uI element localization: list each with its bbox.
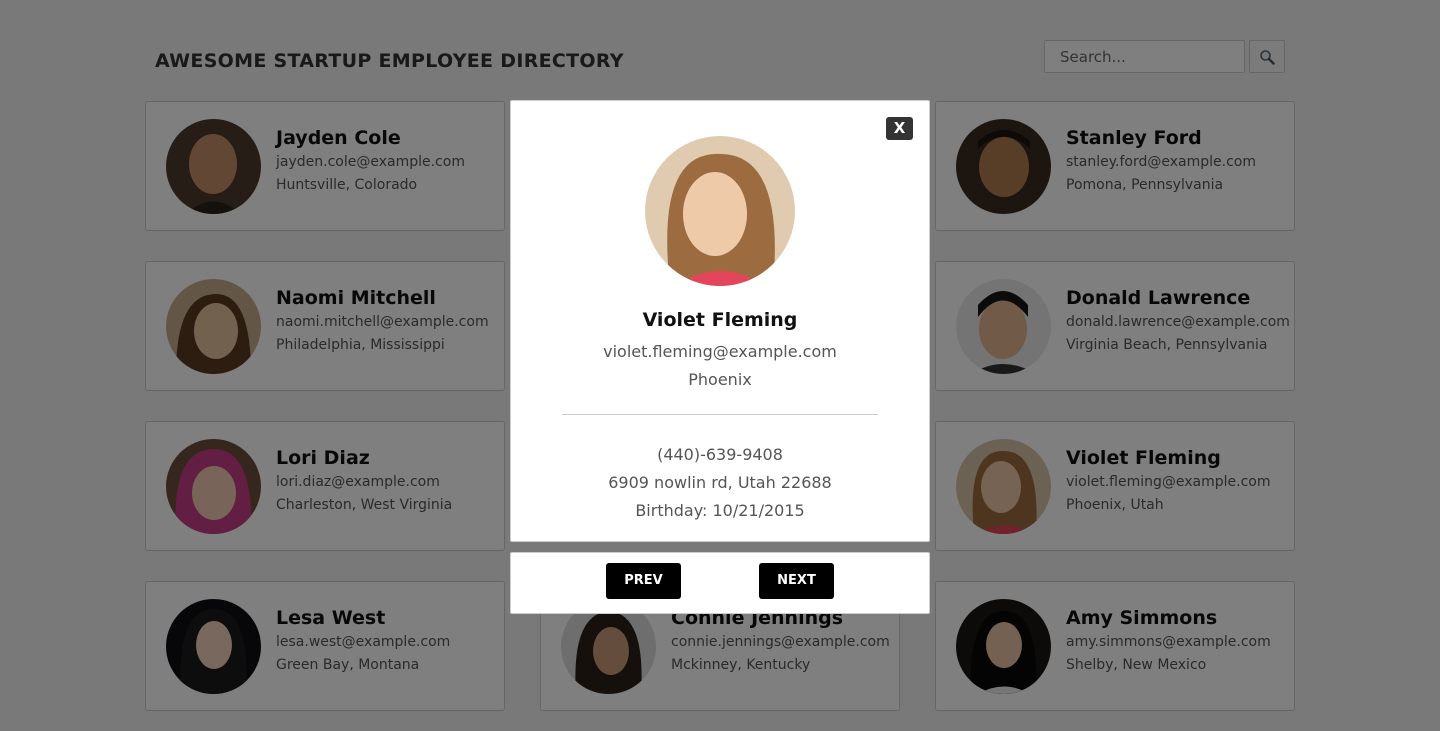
modal-email: violet.fleming@example.com — [603, 342, 837, 361]
modal-address: 6909 nowlin rd, Utah 22688 — [608, 473, 832, 492]
modal-birthday: Birthday: 10/21/2015 — [635, 501, 805, 520]
employee-modal: X Violet Fleming violet.fleming@example.… — [510, 100, 930, 542]
next-button[interactable]: NEXT — [759, 563, 834, 599]
modal-city: Phoenix — [688, 370, 752, 389]
close-button[interactable]: X — [886, 117, 913, 140]
modal-divider — [562, 414, 878, 415]
modal-avatar — [645, 136, 795, 286]
modal-phone: (440)-639-9408 — [657, 445, 783, 464]
prev-button[interactable]: PREV — [606, 563, 681, 599]
modal-navigation: PREV NEXT — [510, 552, 930, 614]
modal-name: Violet Fleming — [642, 309, 798, 331]
